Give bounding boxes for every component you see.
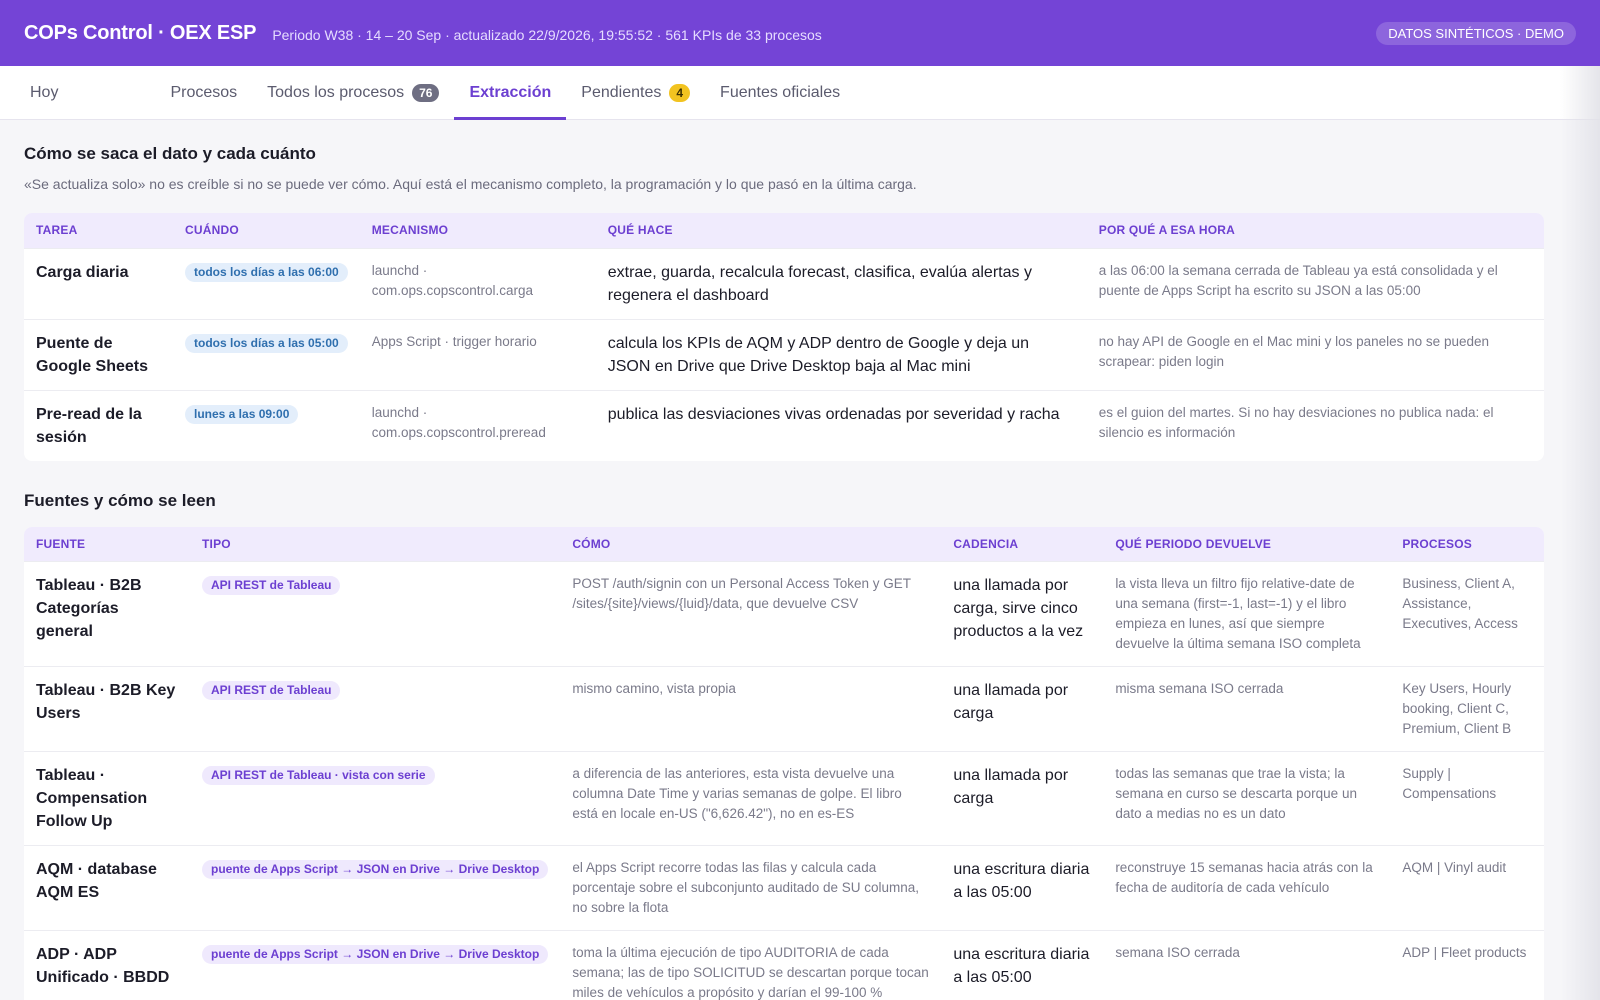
mechanism-cell: Apps Script · trigger horario (371, 333, 537, 349)
cadence-cell: una llamada por carga, sirve cinco produ… (953, 577, 1084, 640)
column-header: POR QUÉ A ESA HORA (1086, 213, 1544, 248)
table-row: Pre-read de la sesión lunes a las 09:00 … (24, 389, 1544, 461)
tab-label: Hoy (30, 83, 59, 101)
tab-hoy[interactable]: Hoy (15, 66, 73, 119)
schedule-table: TAREA CUÁNDO MECANISMO QUÉ HACE POR QUÉ … (24, 213, 1544, 461)
type-badge: puente de Apps Script → JSON en Drive → … (202, 945, 549, 964)
task-name: Carga diaria (36, 263, 129, 281)
processes-cell: Business, Client A, Assistance, Executiv… (1402, 576, 1518, 631)
sources-table: FUENTE TIPO CÓMO CADENCIA QUÉ PERIODO DE… (24, 526, 1544, 1000)
column-header: FUENTE (24, 526, 190, 562)
section-description: «Se actualiza solo» no es creíble si no … (24, 176, 917, 192)
cadence-cell: una escritura diaria a las 05:00 (953, 861, 1090, 901)
section-title: Fuentes y cómo se leen (24, 490, 216, 510)
how-cell: a diferencia de las anteriores, esta vis… (572, 766, 902, 821)
how-cell: mismo camino, vista propia (572, 681, 736, 696)
source-name: Tableau · Compensation Follow Up (36, 767, 148, 830)
why-cell: no hay API de Google en el Mac mini y lo… (1098, 333, 1489, 369)
table-header-row: TAREA CUÁNDO MECANISMO QUÉ HACE POR QUÉ … (24, 213, 1544, 248)
column-header: TAREA (24, 213, 173, 248)
tab-procesos[interactable]: Procesos (155, 66, 252, 119)
how-cell: toma la última ejecución de tipo AUDITOR… (572, 945, 929, 1000)
app-title: COPs Control · OEX ESP (24, 21, 257, 44)
main-content: Cómo se saca el dato y cada cuánto «Se a… (0, 120, 1600, 1000)
column-header: PROCESOS (1390, 526, 1544, 562)
source-name: ADP · ADP Unificado · BBDD (36, 946, 170, 986)
table-header-row: FUENTE TIPO CÓMO CADENCIA QUÉ PERIODO DE… (24, 526, 1544, 562)
processes-cell: Key Users, Hourly booking, Client C, Pre… (1402, 681, 1512, 736)
cadence-cell: una escritura diaria a las 05:00 (953, 946, 1090, 986)
tab-count-badge: 76 (412, 83, 440, 102)
tab-pendientes[interactable]: Pendientes 4 (566, 66, 705, 119)
task-name: Pre-read de la sesión (36, 405, 142, 446)
column-header: CÓMO (560, 526, 942, 562)
period-cell: la vista lleva un filtro fijo relative-d… (1115, 576, 1361, 651)
schedule-badge: todos los días a las 06:00 (185, 262, 348, 282)
tab-extraccion[interactable]: Extracción (454, 66, 567, 120)
tab-label: Extracción (469, 83, 552, 101)
period-cell: todas las semanas que trae la vista; la … (1115, 766, 1357, 821)
table-row: Tableau · Compensation Follow Up API RES… (24, 751, 1544, 846)
app-header: COPs Control · OEX ESP Periodo W38 · 14 … (0, 0, 1600, 66)
tab-label: Procesos (170, 83, 238, 101)
table-row: Carga diaria todos los días a las 06:00 … (24, 247, 1544, 319)
source-name: Tableau · B2B Key Users (36, 682, 176, 722)
task-name: Puente de Google Sheets (36, 334, 149, 375)
processes-cell: ADP | Fleet products (1402, 945, 1527, 960)
table-row: Puente de Google Sheets todos los días a… (24, 318, 1544, 390)
period-cell: misma semana ISO cerrada (1115, 681, 1284, 696)
sources-section: Fuentes y cómo se leen FUENTE TIPO CÓMO … (24, 491, 1544, 1000)
why-cell: a las 06:00 la semana cerrada de Tableau… (1098, 262, 1498, 298)
how-cell: POST /auth/signin con un Personal Access… (572, 576, 911, 611)
type-badge: API REST de Tableau (202, 576, 341, 595)
processes-cell: Supply | Compensations (1402, 766, 1497, 801)
what-cell: extrae, guarda, recalcula forecast, clas… (607, 263, 1032, 304)
cadence-cell: una llamada por carga (953, 767, 1069, 807)
source-name: Tableau · B2B Categorías general (36, 577, 142, 640)
type-badge: API REST de Tableau (202, 681, 341, 700)
period-cell: reconstruye 15 semanas hacia atrás con l… (1115, 860, 1373, 895)
table-row: AQM · database AQM ES puente de Apps Scr… (24, 845, 1544, 931)
column-header: TIPO (190, 526, 561, 562)
cadence-cell: una llamada por carga (953, 682, 1069, 722)
main-tabs: Hoy Procesos Todos los procesos 76 Extrac… (0, 66, 1600, 120)
column-header: CADENCIA (941, 526, 1104, 562)
tab-label: Todos los procesos (267, 83, 405, 101)
column-header: QUÉ HACE (595, 213, 1087, 248)
processes-cell: AQM | Vinyl audit (1402, 860, 1507, 875)
column-header: CUÁNDO (173, 213, 360, 248)
tab-fuentes-oficiales[interactable]: Fuentes oficiales (705, 66, 855, 119)
what-cell: calcula los KPIs de AQM y ADP dentro de … (607, 334, 1030, 375)
table-row: Tableau · B2B Categorías general API RES… (24, 561, 1544, 667)
column-header: MECANISMO (359, 213, 596, 248)
schedule-badge: lunes a las 09:00 (185, 404, 299, 424)
section-title: Cómo se saca el dato y cada cuánto (24, 144, 316, 163)
mechanism-cell: launchd · com.ops.copscontrol.preread (371, 404, 546, 440)
type-badge: API REST de Tableau · vista con serie (202, 766, 435, 785)
table-row: ADP · ADP Unificado · BBDD puente de App… (24, 930, 1544, 1000)
tab-label: Pendientes (581, 83, 662, 101)
table-row: Tableau · B2B Key Users API REST de Tabl… (24, 666, 1544, 752)
period-meta: Periodo W38 · 14 – 20 Sep · actualizado … (272, 26, 822, 43)
type-badge: puente de Apps Script → JSON en Drive → … (202, 860, 549, 879)
what-cell: publica las desviaciones vivas ordenadas… (607, 405, 1060, 423)
period-cell: semana ISO cerrada (1115, 945, 1240, 960)
schedule-badge: todos los días a las 05:00 (185, 333, 348, 353)
tab-label: Fuentes oficiales (720, 83, 841, 101)
how-cell: el Apps Script recorre todas las filas y… (572, 860, 920, 915)
why-cell: es el guion del martes. Si no hay desvia… (1098, 404, 1494, 440)
source-name: AQM · database AQM ES (36, 861, 157, 901)
mechanism-cell: launchd · com.ops.copscontrol.carga (371, 262, 534, 298)
demo-badge: DATOS SINTÉTICOS · DEMO (1376, 21, 1576, 45)
tab-count-badge: 4 (669, 83, 691, 102)
column-header: QUÉ PERIODO DEVUELVE (1103, 526, 1391, 562)
tab-todos-los-procesos[interactable]: Todos los procesos 76 (252, 66, 454, 119)
